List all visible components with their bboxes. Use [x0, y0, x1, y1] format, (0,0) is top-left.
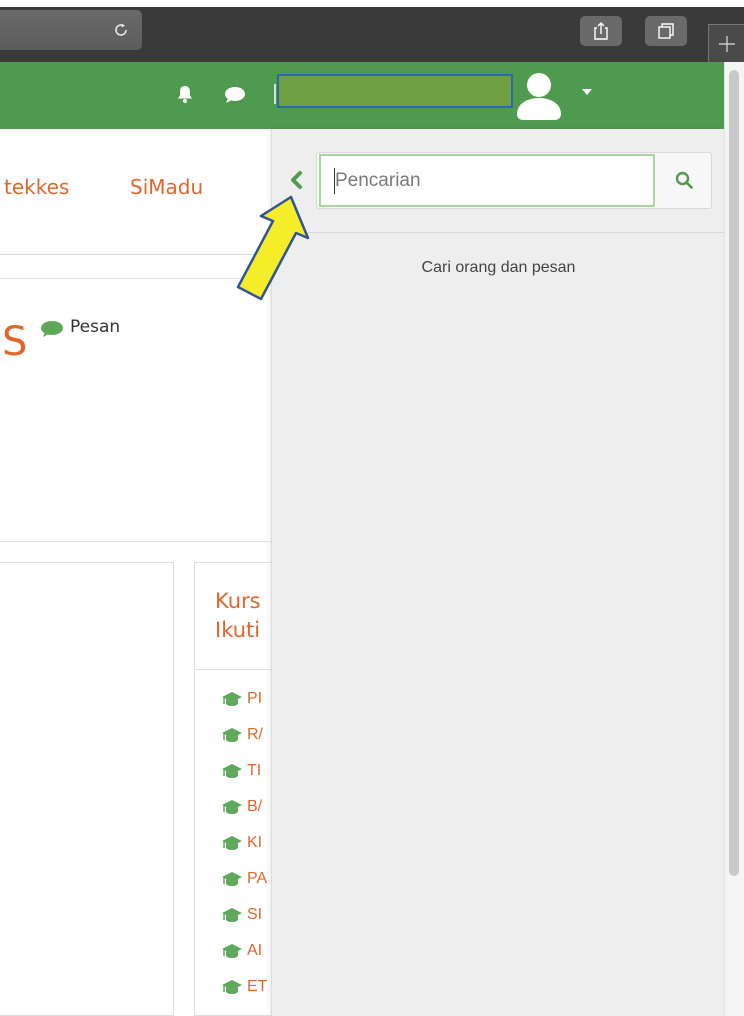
drawer-hint-text: Cari orang dan pesan [421, 259, 576, 276]
course-list-item[interactable]: B/ [221, 795, 262, 819]
course-list-item[interactable]: PA [221, 867, 267, 891]
course-title: B/ [247, 798, 263, 815]
tabs-icon [658, 23, 674, 39]
caret-down-icon[interactable] [582, 89, 592, 95]
search-group [316, 152, 712, 209]
course-title: TI [247, 762, 262, 779]
course-list-item[interactable]: R/ [221, 723, 263, 747]
course-title: ET [247, 978, 268, 995]
graduation-cap-icon [222, 836, 242, 850]
course-title: KI [247, 834, 263, 851]
user-avatar-icon[interactable] [512, 68, 566, 122]
scrollbar-thumb[interactable] [729, 70, 739, 876]
username-redacted[interactable] [277, 74, 513, 108]
course-title: PI [247, 690, 263, 707]
graduation-cap-icon [222, 800, 242, 814]
nav-link-tekkes[interactable]: tekkes [4, 175, 69, 199]
search-button[interactable] [657, 154, 711, 207]
course-list-item[interactable]: PI [221, 687, 262, 711]
graduation-cap-icon [222, 764, 242, 778]
course-title: SI [247, 906, 263, 923]
course-list-item[interactable]: AI [221, 939, 262, 963]
browser-toolbar [0, 0, 744, 62]
chat-bubble-icon[interactable] [224, 86, 246, 104]
course-list-item[interactable]: KI [221, 831, 262, 855]
annotation-arrow-icon [236, 195, 310, 301]
graduation-cap-icon [222, 728, 242, 742]
window-top-edge [0, 0, 744, 7]
left-content-card [0, 562, 174, 1016]
message-icon [41, 321, 63, 337]
new-tab-button[interactable] [708, 24, 744, 62]
reload-icon[interactable] [110, 19, 132, 41]
share-button[interactable] [580, 16, 622, 46]
site-navbar [0, 62, 724, 129]
search-input[interactable] [319, 154, 655, 207]
search-icon [675, 171, 693, 189]
courses-card-title: Kurs Ikuti [215, 589, 261, 642]
share-icon [594, 22, 608, 40]
nav-link-simadu[interactable]: SiMadu [130, 175, 203, 199]
graduation-cap-icon [222, 980, 242, 994]
course-list-item[interactable]: SI [221, 903, 262, 927]
plus-icon [719, 36, 735, 52]
page-title-fragment: S [2, 319, 28, 365]
course-title: R/ [247, 726, 263, 743]
graduation-cap-icon [222, 692, 242, 706]
drawer-divider [272, 232, 725, 233]
course-title: AI [247, 942, 263, 959]
message-link[interactable]: Pesan [70, 317, 120, 337]
course-list-item[interactable]: ET [221, 975, 267, 999]
tabs-overview-button[interactable] [645, 16, 687, 46]
graduation-cap-icon [222, 908, 242, 922]
course-list-item[interactable]: TI [221, 759, 261, 783]
header-divider [274, 84, 276, 104]
graduation-cap-icon [222, 944, 242, 958]
graduation-cap-icon [222, 872, 242, 886]
course-title: PA [247, 870, 268, 887]
bell-icon[interactable] [176, 84, 194, 104]
text-cursor [334, 168, 335, 194]
message-drawer: Cari orang dan pesan [271, 129, 725, 1016]
